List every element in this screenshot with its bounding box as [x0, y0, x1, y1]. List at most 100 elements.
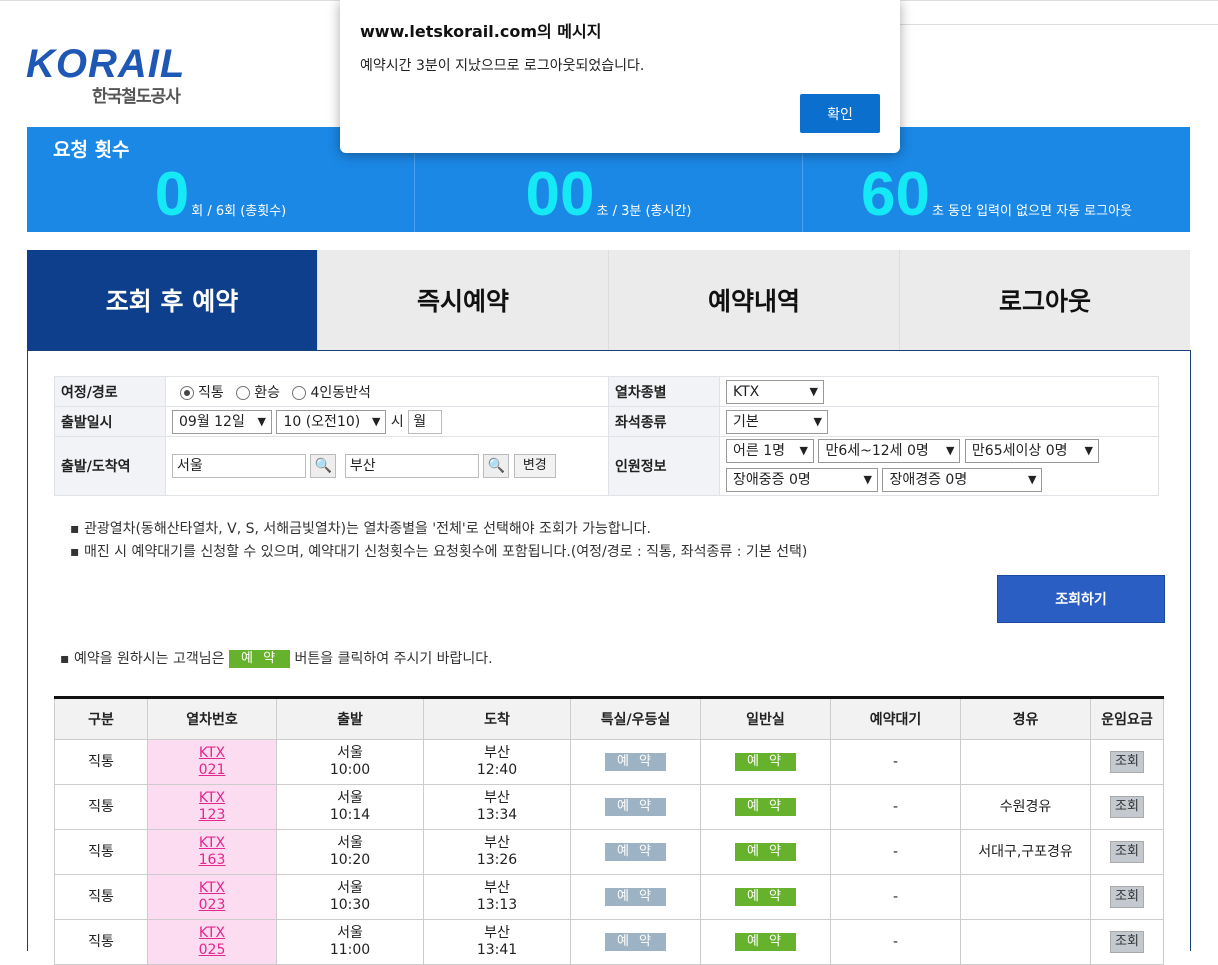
depart-label: 출발일시 — [54, 406, 166, 437]
stat-unit: 초 동안 입력이 없으면 자동 로그아웃 — [931, 204, 1133, 219]
row-kind: 직통 — [54, 829, 148, 875]
waitlist-cell: - — [830, 739, 961, 785]
depart-station: 서울 — [337, 925, 363, 941]
child-count-select[interactable]: 만6세~12세 0명 ▼ — [818, 439, 961, 463]
standard-cell: 예 약 — [700, 739, 831, 785]
via-cell — [960, 874, 1091, 920]
train-number-link[interactable]: KTX 025 — [199, 925, 226, 958]
first-class-reserve-button[interactable]: 예 약 — [604, 933, 667, 951]
hint-post: 버튼을 클릭하여 주시기 바랍니다. — [294, 651, 493, 667]
search-button[interactable]: 조회하기 — [997, 575, 1165, 623]
standard-reserve-button[interactable]: 예 약 — [734, 753, 797, 771]
arrive-time: 12:40 — [476, 762, 518, 778]
col-waitlist: 예약대기 — [830, 697, 961, 740]
tab-logout[interactable]: 로그아웃 — [899, 250, 1190, 350]
seat-type-select[interactable]: 기본 ▼ — [726, 409, 828, 434]
train-type-label: 열차종별 — [608, 376, 720, 407]
stat-label: 요청 횟수 — [53, 139, 130, 161]
top-border-right — [900, 24, 1218, 25]
first-class-reserve-button[interactable]: 예 약 — [604, 888, 667, 906]
route-direct-radio[interactable] — [180, 385, 194, 400]
train-no: 025 — [198, 942, 226, 958]
table-row: 직통 KTX 123 서울 10:14 부산 13:34 예 약 예 약 - 수원경유… — [54, 784, 1164, 830]
train-type-select[interactable]: KTX ▼ — [726, 379, 824, 404]
first-class-cell: 예 약 — [570, 874, 701, 920]
depart-cell: 서울 10:20 — [276, 829, 424, 875]
train-number-link[interactable]: KTX 021 — [199, 745, 226, 778]
depart-time: 10:00 — [329, 762, 371, 778]
senior-count-select[interactable]: 만65세이상 0명 ▼ — [964, 439, 1099, 463]
departure-station-input[interactable]: 서울 — [172, 454, 306, 478]
col-first-class: 특실/우등실 — [570, 697, 701, 740]
station-label: 출발/도착역 — [54, 436, 166, 496]
train-number-cell: KTX 163 — [147, 829, 277, 875]
time-select[interactable]: 10 (오전10) ▼ — [276, 409, 387, 434]
train-number-link[interactable]: KTX 163 — [199, 835, 226, 868]
route-group4-radio[interactable] — [292, 385, 307, 400]
first-class-reserve-button[interactable]: 예 약 — [604, 798, 667, 816]
fare-cell: 조회 — [1090, 739, 1164, 785]
arrive-cell: 부산 13:34 — [423, 784, 571, 830]
col-arrive: 도착 — [423, 697, 571, 740]
search-icon[interactable]: 🔍 — [310, 454, 337, 478]
standard-reserve-button[interactable]: 예 약 — [734, 933, 797, 951]
standard-reserve-button[interactable]: 예 약 — [734, 843, 797, 861]
alert-dialog: www.letskorail.com의 메시지 예약시간 3분이 지났으므로 로… — [340, 0, 900, 153]
fare-cell: 조회 — [1090, 919, 1164, 965]
fare-inquiry-button[interactable]: 조회 — [1110, 796, 1144, 818]
train-number-link[interactable]: KTX 023 — [199, 880, 226, 913]
logo-subtitle: 한국철도공사 — [92, 87, 181, 107]
tab-reservations[interactable]: 예약내역 — [608, 250, 899, 350]
first-class-reserve-button[interactable]: 예 약 — [604, 753, 667, 771]
train-type: KTX — [198, 835, 226, 851]
route-options: 직통 환승 4인동반석 — [165, 376, 609, 407]
via-cell: 수원경유 — [960, 784, 1091, 830]
fare-inquiry-button[interactable]: 조회 — [1110, 751, 1144, 773]
stat-unit: 회 / 6회 (총횟수) — [191, 204, 287, 219]
arrive-cell: 부산 13:26 — [423, 829, 571, 875]
depart-station: 서울 — [337, 745, 363, 761]
train-number-cell: KTX 021 — [147, 739, 277, 785]
arrive-time: 13:34 — [476, 807, 518, 823]
train-number-cell: KTX 023 — [147, 874, 277, 920]
arrive-station: 부산 — [484, 745, 510, 761]
seat-type-value: 기본 — [733, 413, 759, 430]
fare-cell: 조회 — [1090, 829, 1164, 875]
depart-station: 서울 — [337, 880, 363, 896]
train-type: KTX — [198, 880, 226, 896]
stat-value: 0 — [154, 160, 190, 229]
notice-item: ▪ 매진 시 예약대기를 신청할 수 있으며, 예약대기 신청횟수는 요청횟수에… — [70, 544, 808, 560]
depart-station: 서울 — [337, 790, 363, 806]
dialog-ok-button[interactable]: 확인 — [800, 94, 880, 133]
arrival-station-input[interactable]: 부산 — [344, 454, 479, 478]
search-icon[interactable]: 🔍 — [483, 454, 510, 478]
fare-inquiry-button[interactable]: 조회 — [1110, 841, 1144, 863]
arrive-time: 13:41 — [476, 942, 518, 958]
main-tabs: 조회 후 예약 즉시예약 예약내역 로그아웃 — [27, 250, 1190, 350]
train-type: KTX — [198, 925, 226, 941]
first-class-reserve-button[interactable]: 예 약 — [604, 843, 667, 861]
swap-stations-button[interactable]: 변경 — [513, 454, 556, 478]
row-kind: 직통 — [54, 739, 148, 785]
notice-item: ▪ 관광열차(동해산타열차, V, S, 서해금빛열차)는 열차종별을 '전체'… — [70, 521, 651, 537]
fare-inquiry-button[interactable]: 조회 — [1110, 931, 1144, 953]
fare-inquiry-button[interactable]: 조회 — [1110, 886, 1144, 908]
table-row: 직통 KTX 021 서울 10:00 부산 12:40 예 약 예 약 - 조회 — [54, 739, 1164, 785]
adult-count-select[interactable]: 어른 1명 ▼ — [726, 439, 814, 463]
standard-reserve-button[interactable]: 예 약 — [734, 888, 797, 906]
passenger-label: 인원정보 — [608, 436, 720, 496]
route-label: 여정/경로 — [54, 376, 166, 407]
tab-instant-reserve[interactable]: 즉시예약 — [317, 250, 608, 350]
route-transfer-radio[interactable] — [236, 385, 251, 400]
standard-reserve-button[interactable]: 예 약 — [734, 798, 797, 816]
train-number-link[interactable]: KTX 123 — [199, 790, 226, 823]
hint-reserve-badge: 예 약 — [229, 650, 291, 668]
mild-disability-select[interactable]: 장애경증 0명 ▼ — [882, 468, 1043, 492]
severe-disability-select[interactable]: 장애중증 0명 ▼ — [726, 468, 878, 492]
row-kind: 직통 — [54, 784, 148, 830]
tab-search-reserve[interactable]: 조회 후 예약 — [27, 250, 317, 350]
seat-type-label: 좌석종류 — [608, 406, 720, 437]
date-select[interactable]: 09월 12일 ▼ — [172, 409, 272, 434]
korail-logo[interactable]: KORAIL 한국철도공사 — [26, 44, 216, 114]
chevron-down-icon: ▼ — [799, 444, 808, 457]
